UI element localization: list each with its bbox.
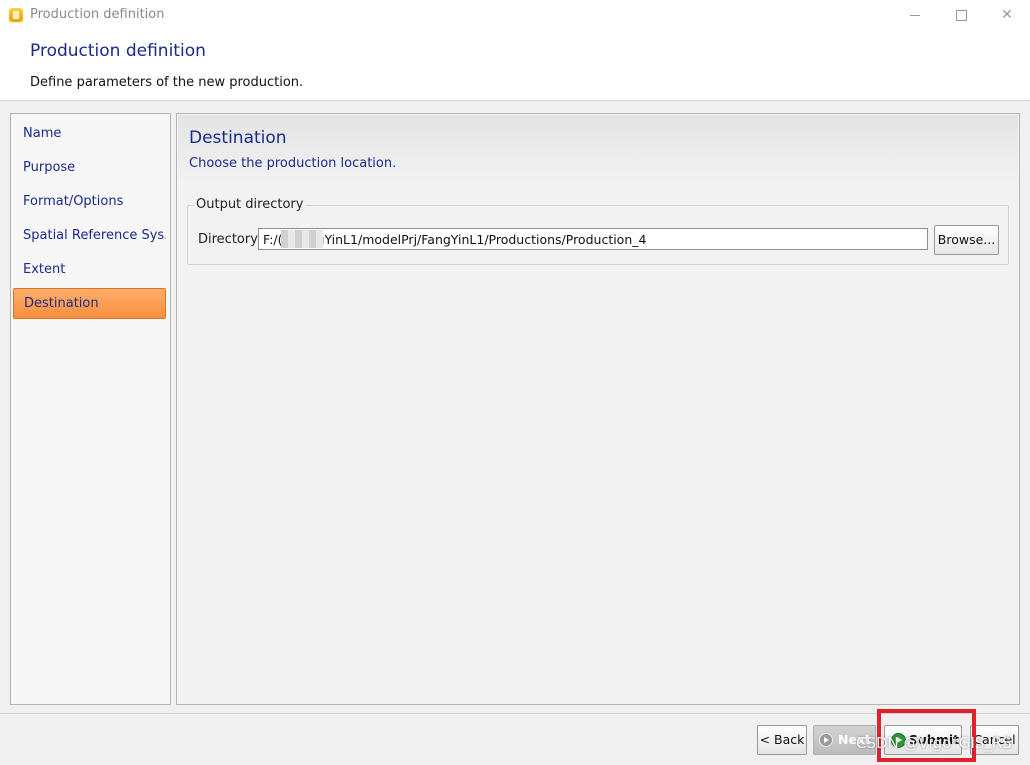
step-navigation: Name Purpose Format/Options Spatial Refe… (10, 113, 171, 705)
page-subtitle: Define parameters of the new production. (30, 75, 304, 90)
submit-label: Submit (909, 732, 960, 747)
redacted-region (281, 230, 323, 248)
next-button[interactable]: Next (813, 725, 876, 755)
nav-item-name[interactable]: Name (13, 119, 166, 149)
minimize-icon (910, 14, 920, 16)
output-directory-group: Output directory Directory Browse... (187, 197, 1009, 265)
arrow-right-circle-icon (891, 733, 906, 748)
maximize-icon (955, 9, 967, 21)
submit-button[interactable]: Submit (884, 725, 962, 755)
browse-button[interactable]: Browse... (934, 225, 999, 255)
section-header: Destination Choose the production locati… (178, 115, 1018, 185)
nav-item-extent[interactable]: Extent (13, 255, 166, 285)
directory-label: Directory (198, 232, 258, 247)
page-title: Production definition (30, 41, 206, 61)
arrow-right-circle-icon (819, 733, 833, 747)
nav-item-format-options[interactable]: Format/Options (13, 187, 166, 217)
maximize-button[interactable] (938, 0, 984, 30)
title-bar: Production definition ✕ (0, 0, 1030, 30)
window-title: Production definition (30, 7, 165, 22)
section-title: Destination (189, 128, 287, 148)
section-subtitle: Choose the production location. (189, 156, 397, 171)
footer-divider (0, 713, 1030, 714)
app-icon (9, 8, 23, 22)
content-panel: Destination Choose the production locati… (176, 113, 1020, 705)
cancel-button[interactable]: Cancel (970, 725, 1019, 755)
close-button[interactable]: ✕ (984, 0, 1030, 30)
nav-item-purpose[interactable]: Purpose (13, 153, 166, 183)
next-label: Next (838, 732, 871, 747)
nav-item-spatial-reference[interactable]: Spatial Reference Sys... (13, 221, 166, 251)
wizard-header: Production definition Define parameters … (0, 30, 1030, 101)
minimize-button[interactable] (892, 0, 938, 30)
directory-input[interactable] (258, 228, 928, 250)
back-button[interactable]: < Back (757, 725, 807, 755)
nav-item-destination[interactable]: Destination (13, 288, 166, 319)
group-title: Output directory (194, 197, 307, 212)
